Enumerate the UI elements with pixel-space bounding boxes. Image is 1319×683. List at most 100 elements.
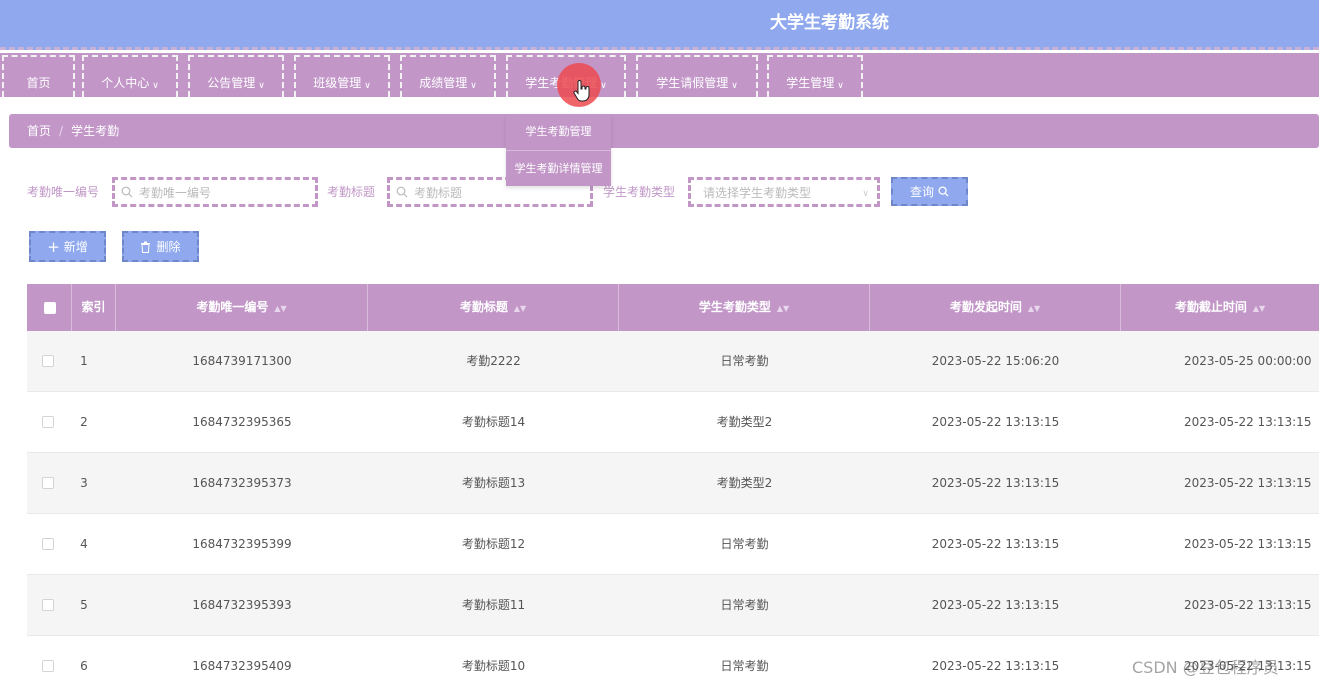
cell-id: 1684732395393 (192, 598, 292, 612)
table-row[interactable]: 3 1684732395373 考勤标题13 考勤类型2 2023-05-22 … (27, 453, 1319, 514)
column-header-label: 索引 (81, 300, 106, 314)
type-select-placeholder: 请选择学生考勤类型 (703, 185, 812, 200)
trash-icon (141, 241, 151, 253)
chevron-down-icon: ∨ (364, 81, 371, 91)
csdn-watermark: CSDN @豆包程序员 (1132, 658, 1279, 677)
cell-index: 2 (80, 415, 88, 429)
table-row[interactable]: 5 1684732395393 考勤标题11 日常考勤 2023-05-22 1… (27, 575, 1319, 636)
cell-title: 考勤标题14 (461, 415, 526, 429)
column-header-title[interactable]: 考勤标题 ▲▼ (368, 284, 619, 331)
cell-title: 考勤2222 (466, 354, 521, 368)
column-header-index: 索引 (72, 284, 116, 331)
nav-item-label: 首页 (26, 76, 51, 90)
cell-end-time: 2023-05-22 13:13:15 (1184, 598, 1312, 612)
cell-index: 6 (80, 659, 88, 673)
nav-item-label: 班级管理 (313, 76, 362, 90)
cell-type: 日常考勤 (720, 537, 769, 551)
table-row[interactable]: 6 1684732395409 考勤标题10 日常考勤 2023-05-22 1… (27, 636, 1319, 683)
cell-index: 4 (80, 537, 88, 551)
cell-end-time: 2023-05-22 13:13:15 (1184, 415, 1312, 429)
column-header-start-time[interactable]: 考勤发起时间 ▲▼ (870, 284, 1121, 331)
type-filter-label: 学生考勤类型 (603, 185, 676, 199)
query-button[interactable]: 查询 (891, 177, 968, 206)
nav-item-grade-management[interactable]: 成绩管理 ∨ (400, 55, 496, 97)
cell-title: 考勤标题10 (461, 659, 526, 673)
cell-type: 考勤类型2 (716, 415, 773, 429)
row-checkbox[interactable] (42, 416, 54, 428)
cell-end-time: 2023-05-22 13:13:15 (1184, 537, 1312, 551)
add-button[interactable]: + 新增 (29, 231, 106, 262)
cell-start-time: 2023-05-22 13:13:15 (931, 476, 1060, 490)
search-icon (938, 186, 949, 197)
page: 大学生考勤系统 首页 个人中心∨ 公告管理∨ 班级管理∨ 成绩管理∨ 学生考勤管… (0, 0, 1319, 683)
attendance-dropdown-menu: 学生考勤管理 学生考勤详情管理 (506, 114, 611, 186)
nav-item-leave-management[interactable]: 学生请假管理 ∨ (636, 55, 758, 97)
nav-item-label: 学生请假管理 (656, 76, 729, 90)
table-row[interactable]: 2 1684732395365 考勤标题14 考勤类型2 2023-05-22 … (27, 392, 1319, 453)
cell-title: 考勤标题11 (461, 598, 526, 612)
breadcrumb-current: 学生考勤 (71, 124, 120, 138)
nav-item-class-management[interactable]: 班级管理 ∨ (294, 55, 390, 97)
column-header-id[interactable]: 考勤唯一编号 ▲▼ (116, 284, 368, 331)
id-search-input[interactable]: 考勤唯一编号 (112, 177, 318, 207)
nav-item-label: 成绩管理 (419, 76, 468, 90)
column-header-label: 考勤唯一编号 (196, 300, 269, 314)
table-row[interactable]: 1 1684739171300 考勤2222 日常考勤 2023-05-22 1… (27, 331, 1319, 392)
cell-index: 5 (80, 598, 88, 612)
column-header-type[interactable]: 学生考勤类型 ▲▼ (619, 284, 870, 331)
row-checkbox[interactable] (42, 538, 54, 550)
delete-button[interactable]: 删除 (122, 231, 199, 262)
cell-id: 1684732395373 (192, 476, 292, 490)
title-filter-label: 考勤标题 (327, 185, 376, 199)
sort-icon[interactable]: ▲▼ (1028, 304, 1040, 313)
breadcrumb-separator: / (59, 124, 64, 138)
nav-item-home[interactable]: 首页 (2, 55, 75, 97)
search-icon (121, 186, 133, 198)
title-search-placeholder: 考勤标题 (414, 185, 463, 200)
column-header-label: 考勤标题 (459, 300, 508, 314)
add-button-label: 新增 (63, 240, 88, 254)
row-checkbox[interactable] (42, 477, 54, 489)
chevron-down-icon: ∨ (258, 81, 265, 91)
cell-title: 考勤标题12 (461, 537, 526, 551)
cell-start-time: 2023-05-22 13:13:15 (931, 598, 1060, 612)
breadcrumb: 首页 / 学生考勤 (9, 114, 1319, 148)
chevron-down-icon: ∨ (862, 189, 869, 199)
cell-end-time: 2023-05-25 00:00:00 (1184, 354, 1312, 368)
select-all-checkbox[interactable] (44, 302, 56, 314)
top-nav: 首页 个人中心∨ 公告管理∨ 班级管理∨ 成绩管理∨ 学生考勤管理∨ 学生请假管… (0, 53, 1319, 97)
cell-id: 1684732395399 (192, 537, 292, 551)
table-row[interactable]: 4 1684732395399 考勤标题12 日常考勤 2023-05-22 1… (27, 514, 1319, 575)
nav-item-student-management[interactable]: 学生管理 ∨ (767, 55, 863, 97)
cell-type: 日常考勤 (720, 598, 769, 612)
column-header-end-time[interactable]: 考勤截止时间 ▲▼ (1121, 284, 1319, 331)
cell-id: 1684732395365 (192, 415, 292, 429)
table-header: 索引 考勤唯一编号 ▲▼ 考勤标题 ▲▼ 学生考勤类型 ▲▼ 考勤发起时间 ▲▼ 考勤截… (27, 284, 1319, 331)
delete-button-label: 删除 (156, 240, 181, 254)
search-icon (396, 186, 408, 198)
sort-icon[interactable]: ▲▼ (514, 304, 526, 313)
chevron-down-icon: ∨ (152, 81, 159, 91)
dropdown-item-attendance[interactable]: 学生考勤管理 (506, 114, 611, 150)
row-checkbox[interactable] (42, 355, 54, 367)
cell-type: 日常考勤 (720, 354, 769, 368)
cell-start-time: 2023-05-22 13:13:15 (931, 537, 1060, 551)
sort-icon[interactable]: ▲▼ (777, 304, 789, 313)
sort-icon[interactable]: ▲▼ (274, 304, 286, 313)
cell-index: 3 (80, 476, 88, 490)
breadcrumb-home[interactable]: 首页 (27, 124, 51, 138)
row-checkbox[interactable] (42, 660, 54, 672)
nav-item-personal-center[interactable]: 个人中心 ∨ (82, 55, 178, 97)
cell-type: 考勤类型2 (716, 476, 773, 490)
attendance-table: 索引 考勤唯一编号 ▲▼ 考勤标题 ▲▼ 学生考勤类型 ▲▼ 考勤发起时间 ▲▼ 考勤截… (27, 284, 1319, 683)
app-title: 大学生考勤系统 (770, 13, 889, 33)
row-checkbox[interactable] (42, 599, 54, 611)
type-select[interactable]: 请选择学生考勤类型 ∨ (688, 177, 880, 207)
dropdown-item-attendance-detail[interactable]: 学生考勤详情管理 (506, 150, 611, 186)
nav-item-notice-management[interactable]: 公告管理 ∨ (188, 55, 284, 97)
sort-icon[interactable]: ▲▼ (1253, 304, 1265, 313)
app-header: 大学生考勤系统 (0, 0, 1319, 50)
cell-start-time: 2023-05-22 13:13:15 (931, 659, 1060, 673)
id-search-placeholder: 考勤唯一编号 (139, 185, 212, 200)
column-header-label: 学生考勤类型 (698, 300, 771, 314)
